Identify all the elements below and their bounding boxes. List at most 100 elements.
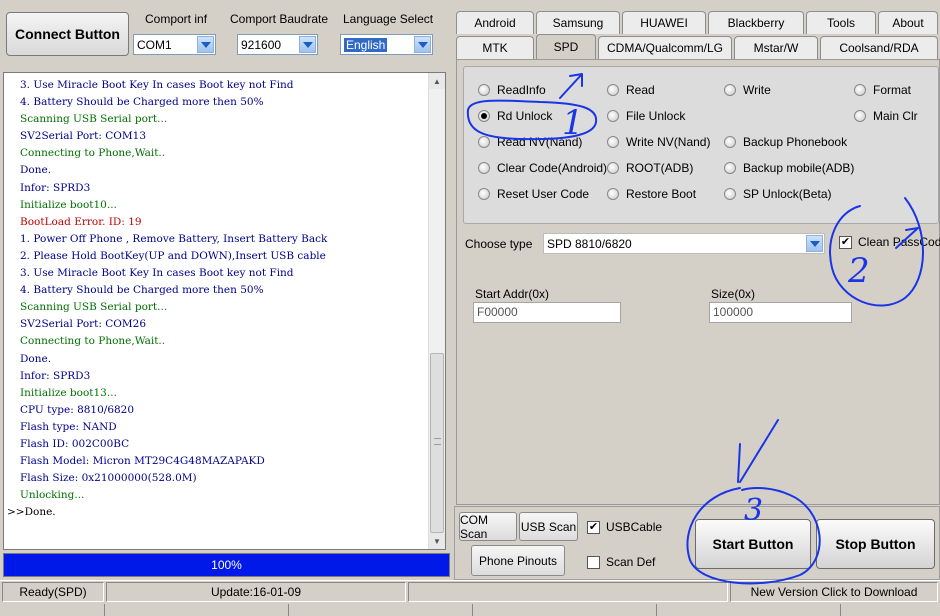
log-line: Scanning USB Serial port... xyxy=(20,301,168,314)
clean-passcode-checkbox[interactable]: ✔ Clean PassCode xyxy=(839,235,940,249)
function-panel: Android Samsung HUAWEI Blackberry Tools About… xyxy=(454,6,940,505)
tab-coolsand-rda[interactable]: Coolsand/RDA xyxy=(820,36,938,59)
radio-icon[interactable] xyxy=(607,136,619,148)
option-restore-boot[interactable]: Restore Boot xyxy=(607,187,696,201)
start-button[interactable]: Start Button xyxy=(695,519,811,569)
tab-blackberry[interactable]: Blackberry xyxy=(708,11,804,34)
radio-icon[interactable] xyxy=(478,110,490,122)
comport-inf-select[interactable]: COM1 xyxy=(133,34,216,55)
chevron-down-icon[interactable] xyxy=(197,36,214,53)
radio-icon[interactable] xyxy=(478,84,490,96)
log-line: Connecting to Phone,Wait.. xyxy=(20,335,166,348)
language-value: English xyxy=(344,37,388,52)
radio-icon[interactable] xyxy=(478,136,490,148)
log-scrollbar[interactable]: ▲ ▼ xyxy=(428,73,445,549)
baudrate-select[interactable]: 921600 xyxy=(237,34,318,55)
option-backup-mobile-adb[interactable]: Backup mobile(ADB) xyxy=(724,161,854,175)
log-line: Initialize boot13... xyxy=(20,386,117,399)
radio-icon[interactable] xyxy=(854,110,866,122)
option-read[interactable]: Read xyxy=(607,83,655,97)
log-line: BootLoad Error. ID: 19 xyxy=(20,215,142,228)
option-read-nv-nand[interactable]: Read NV(Nand) xyxy=(478,135,582,149)
log-line: Infor: SPRD3 xyxy=(20,369,91,382)
scroll-down-icon[interactable]: ▼ xyxy=(429,533,445,549)
option-label: Reset User Code xyxy=(497,187,590,201)
usb-scan-button[interactable]: USB Scan xyxy=(519,512,578,541)
radio-icon[interactable] xyxy=(478,188,490,200)
tab-cdma-qualcomm-lg[interactable]: CDMA/Qualcomm/LG xyxy=(598,36,732,59)
radio-icon[interactable] xyxy=(724,136,736,148)
status-state: Ready(SPD) xyxy=(2,582,104,602)
tab-mstar-w[interactable]: Mstar/W xyxy=(734,36,818,59)
radio-icon[interactable] xyxy=(607,84,619,96)
radio-icon[interactable] xyxy=(607,188,619,200)
option-write-nv-nand[interactable]: Write NV(Nand) xyxy=(607,135,710,149)
radio-icon[interactable] xyxy=(724,162,736,174)
new-version-link[interactable]: New Version Click to Download xyxy=(730,582,938,602)
option-readinfo[interactable]: ReadInfo xyxy=(478,83,546,97)
radio-icon[interactable] xyxy=(607,110,619,122)
tab-huawei[interactable]: HUAWEI xyxy=(622,11,706,34)
tab-android[interactable]: Android xyxy=(456,11,534,34)
radio-icon[interactable] xyxy=(724,84,736,96)
scroll-thumb[interactable] xyxy=(430,353,444,533)
option-label: Write xyxy=(743,83,771,97)
checkbox-icon[interactable]: ✔ xyxy=(839,235,852,249)
progress-bar: 100% xyxy=(3,553,450,577)
scan-def-checkbox[interactable]: Scan Def xyxy=(587,555,655,569)
log-lines: 3. Use Miracle Boot Key In cases Boot ke… xyxy=(4,77,429,521)
chevron-down-icon[interactable] xyxy=(299,36,316,53)
choose-type-label: Choose type xyxy=(465,237,533,251)
option-sp-unlock-beta[interactable]: SP Unlock(Beta) xyxy=(724,187,831,201)
radio-icon[interactable] xyxy=(607,162,619,174)
start-addr-input[interactable]: F00000 xyxy=(473,302,621,323)
option-backup-phonebook[interactable]: Backup Phonebook xyxy=(724,135,847,149)
option-write[interactable]: Write xyxy=(724,83,771,97)
language-label: Language Select xyxy=(343,12,434,26)
phone-pinouts-button[interactable]: Phone Pinouts xyxy=(471,545,565,576)
baudrate-value: 921600 xyxy=(241,37,282,52)
checkbox-icon[interactable] xyxy=(587,555,600,569)
grip-icon xyxy=(434,438,441,445)
choose-type-select[interactable]: SPD 8810/6820 xyxy=(543,233,825,254)
usb-cable-checkbox[interactable]: ✔ USBCable xyxy=(587,520,662,534)
option-file-unlock[interactable]: File Unlock xyxy=(607,109,685,123)
radio-icon[interactable] xyxy=(724,188,736,200)
tab-about[interactable]: About xyxy=(878,11,938,34)
strip-divider xyxy=(656,604,657,616)
log-line: 4. Battery Should be Charged more then 5… xyxy=(20,284,264,297)
option-main-clr[interactable]: Main Clr xyxy=(854,109,918,123)
option-format[interactable]: Format xyxy=(854,83,911,97)
checkbox-icon[interactable]: ✔ xyxy=(587,520,600,534)
log-output[interactable]: 3. Use Miracle Boot Key In cases Boot ke… xyxy=(3,72,446,550)
option-root-adb[interactable]: ROOT(ADB) xyxy=(607,161,693,175)
log-line: Done. xyxy=(20,164,52,177)
log-line: 3. Use Miracle Boot Key In cases Boot ke… xyxy=(20,79,294,91)
stop-button[interactable]: Stop Button xyxy=(816,519,935,569)
tab-spd[interactable]: SPD xyxy=(536,34,596,59)
chevron-down-icon[interactable] xyxy=(806,235,823,252)
log-line: SV2Serial Port: COM13 xyxy=(20,130,147,143)
log-line: Done. xyxy=(20,352,52,365)
log-line: Flash ID: 002C00BC xyxy=(20,437,130,450)
option-label: Format xyxy=(873,83,912,97)
size-input[interactable]: 100000 xyxy=(709,302,852,323)
option-reset-user-code[interactable]: Reset User Code xyxy=(478,187,589,201)
com-scan-button[interactable]: COM Scan xyxy=(459,512,517,541)
scroll-up-icon[interactable]: ▲ xyxy=(429,73,445,89)
option-clear-code-android[interactable]: Clear Code(Android) xyxy=(478,161,607,175)
bottom-strip xyxy=(0,602,940,616)
connect-button[interactable]: Connect Button xyxy=(6,12,129,56)
tab-samsung[interactable]: Samsung xyxy=(536,11,620,34)
radio-icon[interactable] xyxy=(478,162,490,174)
tab-tools[interactable]: Tools xyxy=(806,11,876,34)
operation-group: ReadInfo Read Write Format Rd Unlock File Unl… xyxy=(463,66,939,224)
chevron-down-icon[interactable] xyxy=(414,36,431,53)
tab-mtk[interactable]: MTK xyxy=(456,36,534,59)
log-line: Flash Size: 0x21000000(528.0M) xyxy=(20,472,197,485)
language-select[interactable]: English xyxy=(340,34,433,55)
option-label: ROOT(ADB) xyxy=(626,161,694,175)
radio-icon[interactable] xyxy=(854,84,866,96)
option-label: Read xyxy=(626,83,655,97)
option-rd-unlock[interactable]: Rd Unlock xyxy=(478,109,552,123)
